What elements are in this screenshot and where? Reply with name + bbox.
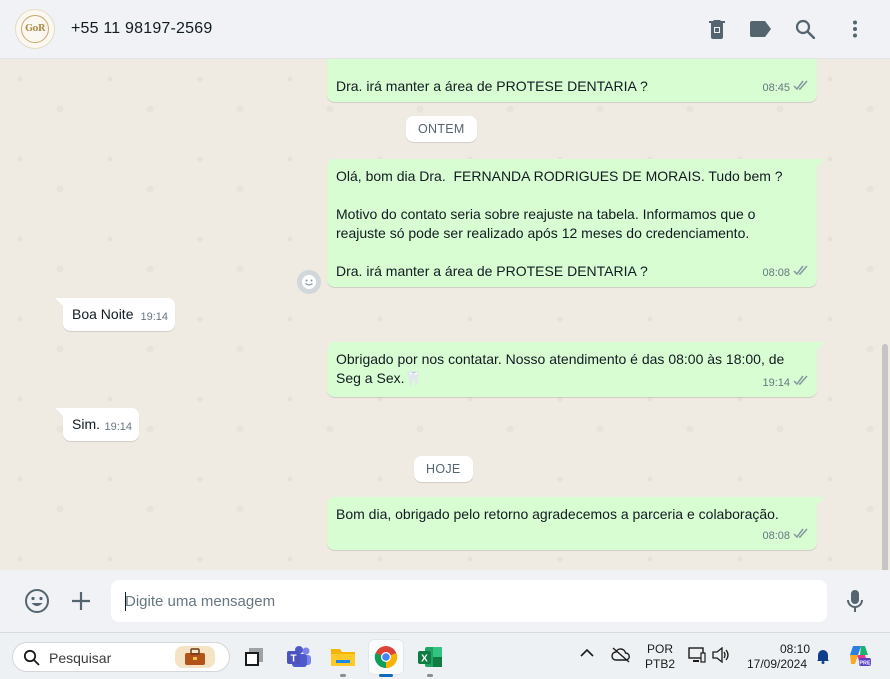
chat-scrollbar[interactable] (882, 344, 888, 570)
svg-text:PRE: PRE (859, 661, 871, 667)
chat-header: GoR +55 11 98197-2569 (0, 0, 890, 59)
clock-date: 17/09/2024 (746, 657, 808, 671)
message-composer (0, 570, 890, 632)
keyboard-layout: PTB2 (645, 657, 676, 671)
message-meta: 08:08 (762, 264, 809, 283)
microphone-icon[interactable] (841, 587, 869, 615)
emoji-icon[interactable] (23, 587, 51, 615)
attach-plus-icon[interactable] (67, 587, 95, 615)
excel-app[interactable]: X (413, 640, 447, 677)
message-outgoing[interactable]: Dra. irá manter a área de PROTESE DENTAR… (327, 59, 817, 102)
network-icon[interactable] (688, 647, 706, 667)
message-time: 19:14 (104, 421, 132, 433)
bubble-tail (55, 408, 64, 417)
message-input[interactable] (111, 580, 827, 622)
message-outgoing[interactable]: Olá, bom dia Dra. FERNANDA RODRIGUES DE … (327, 159, 825, 287)
date-divider: ONTEM (406, 116, 477, 142)
double-check-icon (793, 527, 809, 546)
file-explorer-app[interactable] (326, 640, 360, 677)
message-outgoing[interactable]: Obrigado por nos contatar. Nosso atendim… (327, 342, 825, 397)
double-check-icon (793, 79, 809, 98)
message-incoming[interactable]: Sim. 19:14 (55, 408, 139, 441)
message-time: 19:14 (140, 311, 168, 323)
contact-name[interactable]: +55 11 98197-2569 (71, 20, 212, 38)
message-meta: 08:45 (762, 79, 809, 98)
tooth-emoji: 🦷 (404, 370, 422, 386)
react-emoji-icon[interactable] (297, 270, 321, 294)
running-indicator (427, 674, 433, 677)
message-outgoing[interactable]: Bom dia, obrigado pelo retorno agradecem… (327, 497, 825, 550)
message-meta: 19:14 (762, 374, 809, 393)
text-caret (125, 592, 126, 611)
double-check-icon (793, 374, 809, 393)
bubble-tail (816, 342, 825, 351)
date-divider: HOJE (414, 456, 473, 482)
clock-time: 08:10 (779, 642, 810, 656)
notification-bell-icon[interactable] (816, 648, 830, 668)
message-time: 08:08 (762, 267, 790, 279)
double-check-icon (793, 264, 809, 283)
taskbar-search[interactable]: Pesquisar (12, 642, 230, 672)
task-view-app[interactable] (237, 640, 271, 674)
search-icon (23, 649, 40, 671)
message-meta: 19:14 (104, 418, 132, 437)
label-icon[interactable] (749, 17, 773, 41)
cloud-offline-icon[interactable] (611, 647, 631, 667)
menu-icon[interactable] (843, 17, 867, 41)
search-icon[interactable] (793, 17, 817, 41)
chrome-app[interactable] (369, 640, 403, 677)
clock[interactable]: 08:10 17/09/2024 (744, 642, 810, 672)
volume-icon[interactable] (712, 646, 730, 667)
message-incoming[interactable]: Boa Noite 19:14 (55, 298, 175, 331)
message-time: 19:14 (762, 377, 790, 389)
message-meta: 08:08 (762, 527, 809, 546)
copilot-icon[interactable]: PRE (847, 643, 871, 671)
message-text: Olá, bom dia Dra. FERNANDA RODRIGUES DE … (336, 168, 783, 279)
message-text: Obrigado por nos contatar. Nosso atendim… (336, 350, 808, 388)
conversation-panel[interactable]: Dra. irá manter a área de PROTESE DENTAR… (0, 59, 890, 570)
windows-taskbar: Pesquisar T X POR PTB2 08:10 17/09/2024 (0, 632, 890, 679)
svg-text:X: X (421, 654, 428, 665)
bubble-tail (816, 497, 825, 506)
message-time: 08:08 (762, 530, 790, 542)
chevron-up-icon[interactable] (580, 647, 594, 662)
avatar-logo: GoR (21, 15, 49, 43)
svg-text:T: T (290, 654, 296, 665)
teams-app[interactable]: T (282, 640, 316, 674)
delete-icon[interactable] (705, 17, 729, 41)
search-label: Pesquisar (49, 650, 112, 666)
bubble-tail (55, 298, 64, 307)
message-meta: 19:14 (140, 308, 168, 327)
running-indicator (340, 674, 346, 677)
contact-avatar[interactable]: GoR (15, 9, 55, 49)
message-text: Bom dia, obrigado pelo retorno agradecem… (336, 506, 779, 522)
bubble-tail (816, 159, 825, 168)
message-text: Dra. irá manter a área de PROTESE DENTAR… (336, 78, 648, 94)
running-indicator (379, 674, 393, 677)
language-code: POR (647, 642, 674, 656)
message-time: 08:45 (762, 82, 790, 94)
briefcase-icon (175, 646, 215, 668)
language-indicator[interactable]: POR PTB2 (645, 642, 675, 672)
